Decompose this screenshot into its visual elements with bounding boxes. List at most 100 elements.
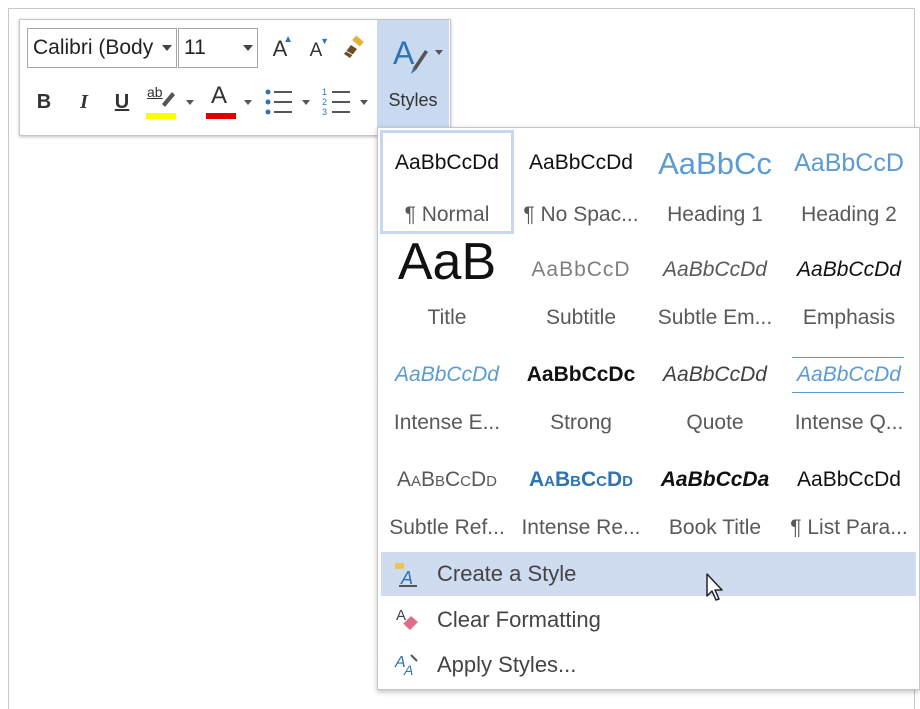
style-tile-subtle-reference[interactable]: AaBbCcDd Subtle Ref... [380, 444, 514, 548]
quote-rule-top [792, 357, 904, 358]
clear-formatting-label: Clear Formatting [437, 607, 601, 632]
style-preview: AaBbCcDd [663, 363, 767, 386]
apply-styles-menu-item[interactable]: A A Apply Styles... [381, 643, 916, 687]
chevron-down-icon[interactable] [243, 45, 253, 51]
caret-up-icon: ▲ [283, 34, 293, 45]
style-tile-subtle-emphasis[interactable]: AaBbCcDd Subtle Em... [648, 234, 782, 338]
chevron-down-icon[interactable] [244, 100, 252, 105]
bullets-button[interactable] [262, 84, 296, 120]
style-tile-intense-reference[interactable]: AaBbCcDd Intense Re... [514, 444, 648, 548]
chevron-down-icon[interactable] [435, 50, 443, 55]
numbered-list-icon: 1 2 3 [322, 87, 350, 117]
quote-rule-bottom [792, 392, 904, 393]
apply-styles-icon: A A [387, 645, 427, 685]
font-color-letter: A [211, 82, 228, 109]
chevron-down-icon[interactable] [186, 100, 194, 105]
svg-text:A: A [393, 35, 415, 71]
style-label: Intense Re... [521, 516, 641, 539]
style-tile-strong[interactable]: AaBbCcDc Strong [514, 339, 648, 443]
font-name-combo[interactable]: Calibri (Body) [27, 28, 177, 68]
highlight-button[interactable]: ab [144, 82, 180, 122]
style-tile-title[interactable]: AaB Title [380, 233, 514, 338]
style-preview: AaBbCc [658, 146, 772, 181]
shrink-font-button[interactable]: A ▼ [302, 34, 330, 68]
style-tile-book-title[interactable]: AaBbCcDa Book Title [648, 444, 782, 548]
styles-icon: A [393, 35, 428, 74]
highlighter-pen-icon [162, 92, 175, 107]
style-tile-intense-quote[interactable]: AaBbCcDd Intense Q... [782, 339, 916, 443]
svg-text:A: A [403, 662, 413, 678]
style-preview: AaBbCcD [794, 149, 904, 177]
style-label: Emphasis [802, 306, 896, 329]
svg-text:2: 2 [322, 97, 327, 107]
caret-down-icon: ▼ [320, 36, 329, 46]
clear-formatting-menu-item[interactable]: A Clear Formatting [381, 598, 916, 642]
style-label: ¶ No Spac... [523, 203, 639, 226]
styles-button[interactable]: A Styles [377, 20, 449, 133]
chevron-down-icon[interactable] [162, 45, 172, 51]
style-preview: AaBbCcDd [396, 468, 498, 491]
style-tile-quote[interactable]: AaBbCcDd Quote [648, 339, 782, 443]
style-label: Strong [550, 411, 612, 434]
grow-font-button[interactable]: A ▲ [266, 32, 294, 66]
create-style-icon: A [387, 554, 427, 594]
svg-text:3: 3 [322, 107, 327, 117]
style-preview: AaBbCcDc [526, 363, 636, 386]
style-preview: AaBbCcDd [797, 258, 901, 281]
bold-button[interactable]: B [30, 86, 58, 118]
style-tile-list-paragraph[interactable]: AaBbCcDd ¶ List Para... [782, 444, 916, 548]
style-label: ¶ Normal [404, 203, 490, 226]
italic-button[interactable]: I [70, 86, 98, 118]
numbering-button[interactable]: 1 2 3 [320, 84, 354, 120]
clear-formatting-icon: A [387, 600, 427, 640]
style-label: Heading 2 [801, 203, 897, 226]
chevron-down-icon[interactable] [360, 100, 368, 105]
style-preview: AaBbCcDd [663, 258, 767, 281]
style-tile-emphasis[interactable]: AaBbCcDd Emphasis [782, 234, 916, 338]
apply-styles-label: Apply Styles... [437, 652, 577, 677]
style-preview: AaBbCcD [531, 258, 631, 281]
style-label: Heading 1 [667, 203, 763, 226]
style-label: Subtle Em... [657, 306, 773, 329]
font-color-bar [206, 113, 236, 119]
create-style-label: Create a Style [437, 561, 577, 586]
styles-label: Styles [388, 90, 438, 110]
style-preview: AaB [397, 233, 497, 291]
underline-button[interactable]: U [108, 86, 136, 118]
style-tile-intense-emphasis[interactable]: AaBbCcDd Intense E... [380, 339, 514, 443]
style-preview: AaBbCcDd [395, 151, 499, 174]
style-tile-no-spacing[interactable]: AaBbCcDd ¶ No Spac... [514, 130, 648, 234]
mini-toolbar: Calibri (Body) 11 A ▲ A ▼ B I U ab A 1 2… [19, 19, 451, 136]
style-label: Subtitle [545, 306, 617, 329]
format-painter-button[interactable] [338, 32, 370, 64]
style-tile-normal[interactable]: AaBbCcDd ¶ Normal [380, 130, 514, 234]
style-label: Book Title [668, 516, 762, 539]
style-label: ¶ List Para... [790, 516, 908, 539]
svg-text:1: 1 [322, 87, 327, 97]
svg-text:A: A [396, 607, 406, 624]
style-tile-heading-1[interactable]: AaBbCc Heading 1 [648, 130, 782, 234]
font-name-value: Calibri (Body) [33, 36, 153, 59]
style-label: Intense E... [393, 411, 501, 434]
style-preview: AaBbCcDd [529, 151, 633, 174]
bulleted-list-icon [265, 89, 292, 115]
styles-gallery: AaBbCcDd ¶ Normal AaBbCcDd ¶ No Spac... … [377, 127, 920, 690]
font-color-button[interactable]: A [204, 82, 238, 122]
create-style-menu-item[interactable]: A Create a Style [381, 552, 916, 596]
style-preview: AaBbCcDd [797, 363, 901, 386]
style-preview: AaBbCcDd [529, 468, 633, 491]
style-preview: AaBbCcDd [395, 363, 499, 386]
highlight-color-bar [146, 113, 176, 119]
style-preview: AaBbCcDa [660, 468, 770, 491]
font-size-value: 11 [184, 36, 206, 59]
chevron-down-icon[interactable] [302, 100, 310, 105]
style-preview: AaBbCcDd [797, 468, 901, 491]
style-label: Title [427, 306, 467, 329]
mouse-cursor-icon [706, 573, 723, 601]
font-size-combo[interactable]: 11 [178, 28, 258, 68]
style-label: Subtle Ref... [389, 516, 505, 539]
style-tile-subtitle[interactable]: AaBbCcD Subtitle [514, 234, 648, 338]
paintbrush-icon [344, 35, 364, 58]
style-label: Intense Q... [794, 411, 904, 434]
style-tile-heading-2[interactable]: AaBbCcD Heading 2 [782, 130, 916, 234]
